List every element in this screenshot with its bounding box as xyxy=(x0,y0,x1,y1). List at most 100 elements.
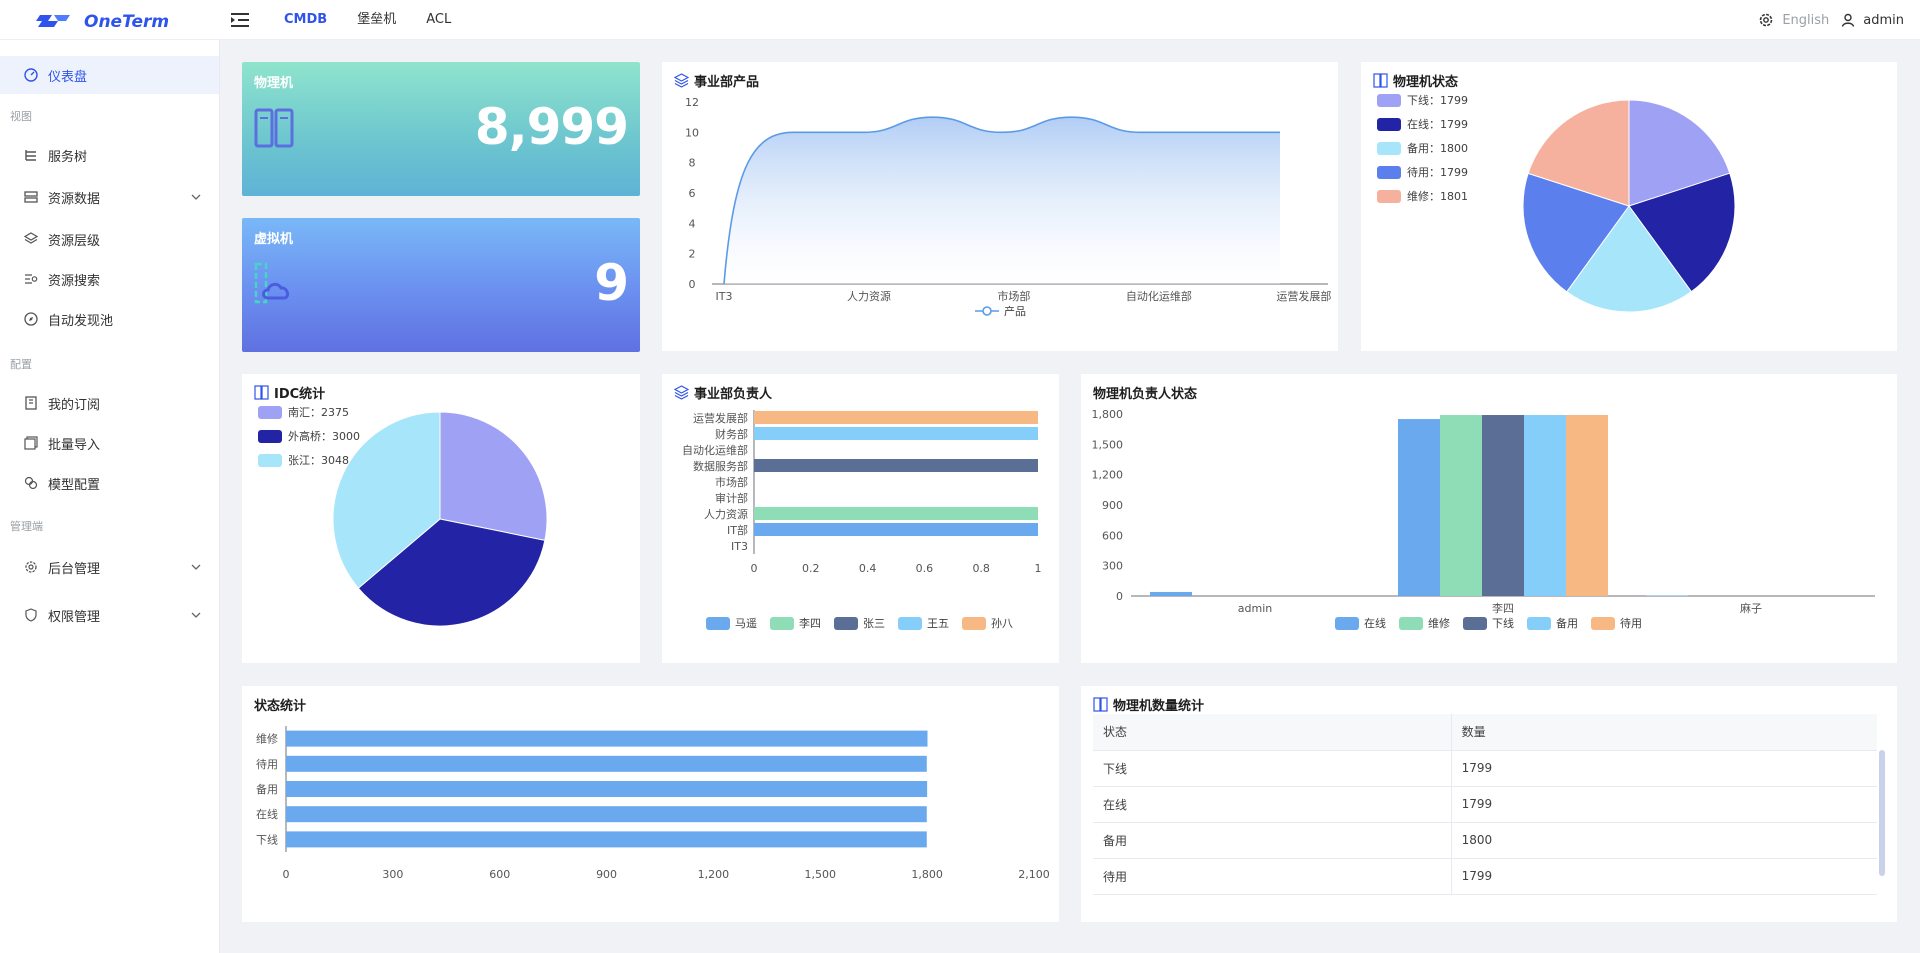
legend-item[interactable]: 外高桥：3000 xyxy=(258,428,360,444)
sidebar-item-service-tree[interactable]: 服务树 xyxy=(0,136,219,174)
y-tick-label: 4 xyxy=(689,217,696,230)
legend-label: 备用 xyxy=(1556,616,1578,630)
sidebar-item-permission-admin[interactable]: 权限管理 xyxy=(0,596,219,634)
legend-label: 孙八 xyxy=(991,617,1013,630)
top-bar: OneTerm CMDB 堡垒机 ACL English admin xyxy=(0,0,1920,40)
legend-swatch xyxy=(834,617,858,630)
sidebar-item-batch-import[interactable]: 批量导入 xyxy=(0,424,219,462)
legend-swatch xyxy=(770,617,794,630)
card-title: 物理机 xyxy=(254,76,294,91)
bar xyxy=(286,831,927,848)
sidebar-item-model-config[interactable]: 模型配置 xyxy=(0,464,219,502)
sidebar-item-label: 资源层级 xyxy=(48,233,101,249)
language-switch[interactable]: English xyxy=(1782,13,1829,28)
sidebar-item-label: 自动发现池 xyxy=(48,313,114,329)
x-tick-label: 600 xyxy=(489,868,510,881)
legend-item[interactable]: 南汇：2375 xyxy=(258,404,349,420)
gear-icon[interactable] xyxy=(1758,12,1774,28)
pie-slice xyxy=(439,411,548,541)
table-row: 在线 1799 xyxy=(1093,786,1877,823)
sidebar-group-view: 视图 xyxy=(10,110,32,123)
y-tick-label: 运营发展部 xyxy=(693,411,748,425)
sidebar-item-resource-search[interactable]: 资源搜索 xyxy=(0,260,219,298)
legend-label: 王五 xyxy=(927,617,949,630)
layers-icon xyxy=(24,232,38,244)
y-tick-label: 在线 xyxy=(256,807,278,821)
y-tick-label: 1,500 xyxy=(1092,438,1124,451)
cloud-server-icon xyxy=(254,262,290,304)
user-icon xyxy=(1842,13,1855,27)
legend-swatch xyxy=(706,617,730,630)
y-tick-label: 12 xyxy=(685,96,699,109)
y-tick-label: IT部 xyxy=(727,523,748,537)
x-tick-label: 1,800 xyxy=(911,868,943,881)
area-fill xyxy=(724,117,1280,284)
legend-label: 李四 xyxy=(799,616,821,630)
top-right-tools: English admin xyxy=(1758,0,1904,40)
sidebar-item-label: 资源数据 xyxy=(48,191,101,207)
chevron-down-icon xyxy=(191,194,201,200)
idc-card: IDC统计 南汇：2375 外高桥：3000 张江：3048 xyxy=(242,374,640,663)
oneterm-logo[interactable]: OneTerm xyxy=(36,9,186,33)
legend-swatch xyxy=(258,405,282,419)
y-tick-label: 300 xyxy=(1102,560,1123,573)
legend-label: 产品 xyxy=(1004,304,1026,318)
nav-bastion[interactable]: 堡垒机 xyxy=(357,0,396,40)
legend-label: 张江：3048 xyxy=(288,454,349,467)
x-tick-label: 0 xyxy=(751,562,758,575)
bar xyxy=(1566,415,1608,596)
compass-icon xyxy=(24,312,38,326)
physical-status-pie xyxy=(1522,99,1736,313)
y-tick-label: 1,800 xyxy=(1092,408,1124,421)
x-tick-label: 李四 xyxy=(1492,601,1514,615)
sidebar-item-my-subscriptions[interactable]: 我的订阅 xyxy=(0,384,219,422)
shield-icon xyxy=(25,608,37,622)
x-tick-label: 1,200 xyxy=(698,868,730,881)
bar xyxy=(286,806,927,823)
sidebar-group-config: 配置 xyxy=(10,358,32,371)
x-tick-label: 2,100 xyxy=(1018,868,1050,881)
status-stats-card: 状态统计 维修 待用 备用 在线 下线 0 300 600 900 1,200 1,500 1,800… xyxy=(242,686,1059,922)
y-tick-label: 审计部 xyxy=(715,491,748,505)
nav-cmdb[interactable]: CMDB xyxy=(284,0,327,40)
bar xyxy=(1398,419,1440,596)
table-cell: 待用 xyxy=(1093,858,1452,895)
y-tick-label: 0 xyxy=(689,278,696,291)
import-icon xyxy=(24,436,38,450)
settings-icon xyxy=(25,561,37,573)
bar xyxy=(754,459,1038,472)
table-scrollbar[interactable] xyxy=(1879,750,1885,876)
card-title: 物理机数量统计 xyxy=(1093,695,1204,714)
column-header: 数量 xyxy=(1450,714,1877,751)
bar xyxy=(754,523,1038,536)
legend-label: 外高桥：3000 xyxy=(288,430,360,443)
legend-label: 马遥 xyxy=(735,617,757,630)
legend-swatch xyxy=(1335,617,1359,630)
table-row: 备用 1800 xyxy=(1093,822,1877,859)
sidebar-item-dashboard[interactable]: 仪表盘 xyxy=(0,56,219,94)
user-name[interactable]: admin xyxy=(1863,13,1904,28)
legend-item[interactable]: 张江：3048 xyxy=(258,452,349,468)
nav-acl[interactable]: ACL xyxy=(426,0,451,40)
sidebar-item-backend-admin[interactable]: 后台管理 xyxy=(0,548,219,586)
card-title: 虚拟机 xyxy=(254,232,294,247)
sidebar-item-auto-discovery[interactable]: 自动发现池 xyxy=(0,300,219,338)
legend-swatch xyxy=(258,453,282,467)
x-tick-label: 市场部 xyxy=(997,289,1030,303)
tree-icon xyxy=(25,150,36,161)
y-tick-label: 人力资源 xyxy=(704,507,748,521)
table-cell: 1799 xyxy=(1450,750,1877,787)
x-tick-label: 人力资源 xyxy=(847,289,891,303)
bar xyxy=(754,427,1038,440)
sidebar-item-resource-hierarchy[interactable]: 资源层级 xyxy=(0,220,219,258)
sidebar-item-resource-data[interactable]: 资源数据 xyxy=(0,178,219,216)
bar xyxy=(1150,591,1192,596)
chevron-down-icon xyxy=(191,564,201,570)
bar xyxy=(1440,415,1482,596)
menu-fold-icon[interactable] xyxy=(230,11,250,29)
cubes-icon xyxy=(24,476,38,490)
x-tick-label: IT3 xyxy=(716,290,733,303)
count-table-card: 物理机数量统计 状态 数量 下线 1799 在线 1799 备用 1800 待用 179… xyxy=(1081,686,1897,922)
stat-value: 9 xyxy=(594,254,629,312)
dept-owner-chart: 运营发展部财务部自动化运维部数据服务部市场部审计部人力资源 IT部 IT30 0.2 0… xyxy=(682,410,1042,630)
